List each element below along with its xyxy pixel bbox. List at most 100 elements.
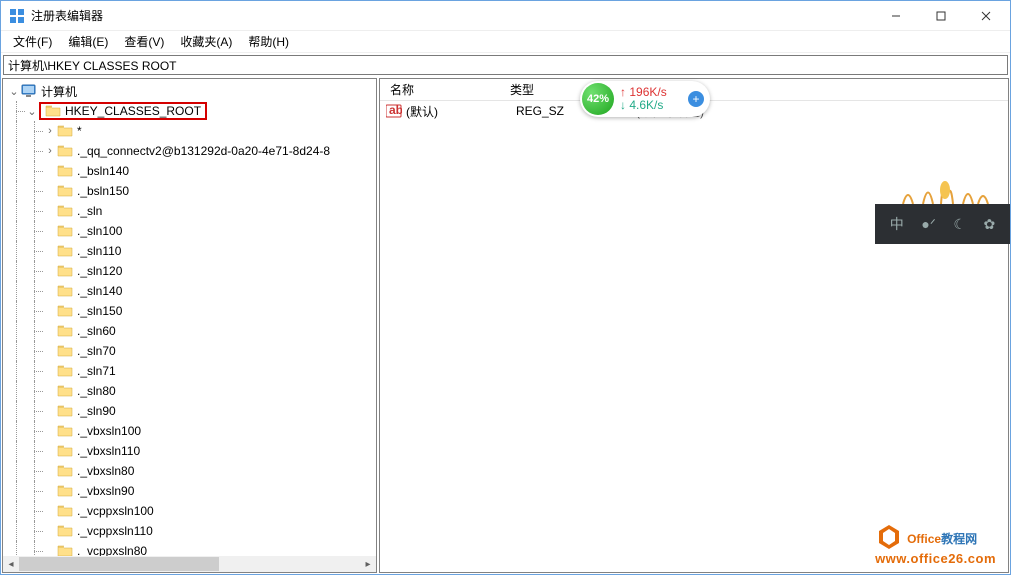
folder-icon bbox=[57, 304, 73, 318]
expand-icon[interactable]: › bbox=[43, 145, 57, 157]
folder-icon bbox=[45, 104, 61, 118]
list-pane: 名称 类型 ab (默认) REG_SZ (数值未设置) 42% ↑ 196K/… bbox=[379, 78, 1009, 573]
folder-icon bbox=[57, 344, 73, 358]
tree-key[interactable]: ._vcppxsln80 bbox=[3, 541, 376, 556]
menu-help[interactable]: 帮助(H) bbox=[240, 31, 297, 52]
upload-speed: 196K/s bbox=[629, 85, 666, 99]
folder-icon bbox=[57, 464, 73, 478]
tree-key-label: ._sln60 bbox=[77, 324, 116, 338]
folder-icon bbox=[57, 404, 73, 418]
flame-icon bbox=[875, 176, 1010, 204]
watermark-brand2: 教程网 bbox=[941, 532, 977, 546]
tree-key[interactable]: ._sln80 bbox=[3, 381, 376, 401]
tree-key-label: ._sln120 bbox=[77, 264, 122, 278]
collapse-icon[interactable]: ⌄ bbox=[25, 105, 39, 118]
tree-root-label: 计算机 bbox=[41, 83, 77, 100]
folder-icon bbox=[57, 384, 73, 398]
collapse-icon[interactable]: ⌄ bbox=[7, 85, 21, 98]
plus-icon[interactable]: + bbox=[688, 91, 704, 107]
tree-key-label: ._vbxsln80 bbox=[77, 464, 134, 478]
menu-view[interactable]: 查看(V) bbox=[116, 31, 172, 52]
folder-icon bbox=[57, 364, 73, 378]
tree-key[interactable]: ›._qq_connectv2@b131292d-0a20-4e71-8d24-… bbox=[3, 141, 376, 161]
tree-key[interactable]: ._vbxsln110 bbox=[3, 441, 376, 461]
tree-key[interactable]: ._bsln140 bbox=[3, 161, 376, 181]
tree-key-label: ._sln150 bbox=[77, 304, 122, 318]
tree-key[interactable]: ._vcppxsln100 bbox=[3, 501, 376, 521]
svg-text:ab: ab bbox=[389, 104, 402, 117]
watermark: Office教程网 www.office26.com bbox=[875, 523, 996, 566]
tree-key[interactable]: ._bsln150 bbox=[3, 181, 376, 201]
address-bar[interactable]: 计算机\HKEY CLASSES ROOT bbox=[3, 55, 1008, 75]
horizontal-scrollbar[interactable]: ◂ ▸ bbox=[3, 556, 376, 572]
side-toolbar-widget[interactable]: 中 ●ᐟ ☾ ✿ bbox=[875, 176, 1010, 246]
title-bar: 注册表编辑器 bbox=[1, 1, 1010, 31]
close-button[interactable] bbox=[963, 2, 1008, 30]
tree-key[interactable]: ._vbxsln80 bbox=[3, 461, 376, 481]
tree-key-label: ._bsln150 bbox=[77, 184, 129, 198]
scroll-right-arrow[interactable]: ▸ bbox=[360, 556, 376, 572]
column-name[interactable]: 名称 bbox=[380, 81, 500, 98]
expand-icon[interactable]: › bbox=[43, 125, 57, 137]
folder-icon bbox=[57, 264, 73, 278]
speed-readout: ↑ 196K/s ↓ 4.6K/s bbox=[620, 86, 667, 112]
folder-icon bbox=[57, 144, 73, 158]
tree-key[interactable]: ._sln90 bbox=[3, 401, 376, 421]
tree-key[interactable]: ._vbxsln90 bbox=[3, 481, 376, 501]
folder-icon bbox=[57, 484, 73, 498]
watermark-url: www.office26.com bbox=[875, 551, 996, 566]
maximize-button[interactable] bbox=[918, 2, 963, 30]
tree-key[interactable]: ._sln60 bbox=[3, 321, 376, 341]
watermark-brand1: Office bbox=[907, 532, 941, 546]
tree-key[interactable]: ._vcppxsln110 bbox=[3, 521, 376, 541]
tree-key-label: ._sln80 bbox=[77, 384, 116, 398]
tree-key-selected[interactable]: ⌄HKEY_CLASSES_ROOT bbox=[3, 101, 376, 121]
ime-icon[interactable]: 中 bbox=[890, 214, 904, 234]
scroll-left-arrow[interactable]: ◂ bbox=[3, 556, 19, 572]
computer-icon bbox=[21, 84, 37, 98]
tree-scroll[interactable]: ⌄计算机⌄HKEY_CLASSES_ROOT›*›._qq_connectv2@… bbox=[3, 79, 376, 556]
punct-icon[interactable]: ●ᐟ bbox=[921, 216, 935, 233]
gear-icon[interactable]: ✿ bbox=[983, 216, 995, 233]
minimize-button[interactable] bbox=[873, 2, 918, 30]
main-area: ⌄计算机⌄HKEY_CLASSES_ROOT›*›._qq_connectv2@… bbox=[1, 77, 1010, 574]
network-speed-widget[interactable]: 42% ↑ 196K/s ↓ 4.6K/s + bbox=[580, 81, 710, 117]
tree-key-label: ._vcppxsln100 bbox=[77, 504, 154, 518]
watermark-logo-icon bbox=[875, 523, 903, 551]
folder-icon bbox=[57, 544, 73, 556]
scroll-track[interactable] bbox=[19, 556, 360, 572]
moon-icon[interactable]: ☾ bbox=[953, 216, 966, 233]
window-title: 注册表编辑器 bbox=[31, 7, 873, 24]
tree-key[interactable]: ›* bbox=[3, 121, 376, 141]
tree-key-label: * bbox=[77, 124, 82, 138]
tree-key[interactable]: ._sln120 bbox=[3, 261, 376, 281]
tree-key-label: ._sln bbox=[77, 204, 102, 218]
folder-icon bbox=[57, 224, 73, 238]
menu-file[interactable]: 文件(F) bbox=[5, 31, 60, 52]
tree-key[interactable]: ._sln bbox=[3, 201, 376, 221]
menu-favorites[interactable]: 收藏夹(A) bbox=[172, 31, 240, 52]
tree-key[interactable]: ._vbxsln100 bbox=[3, 421, 376, 441]
folder-icon bbox=[57, 164, 73, 178]
tree-key[interactable]: ._sln100 bbox=[3, 221, 376, 241]
tree-key-label: ._sln90 bbox=[77, 404, 116, 418]
tree-key-label: ._sln70 bbox=[77, 344, 116, 358]
tree-key[interactable]: ._sln110 bbox=[3, 241, 376, 261]
scroll-thumb[interactable] bbox=[19, 557, 219, 571]
tree-key-label: ._sln71 bbox=[77, 364, 116, 378]
tree-key-label: ._vbxsln90 bbox=[77, 484, 134, 498]
tree-key[interactable]: ._sln71 bbox=[3, 361, 376, 381]
tree-key[interactable]: ._sln150 bbox=[3, 301, 376, 321]
menu-edit[interactable]: 编辑(E) bbox=[60, 31, 116, 52]
folder-icon bbox=[57, 524, 73, 538]
tree-key[interactable]: ._sln70 bbox=[3, 341, 376, 361]
string-value-icon: ab bbox=[386, 104, 402, 118]
tree-key-label: ._bsln140 bbox=[77, 164, 129, 178]
tree-key-label: ._sln140 bbox=[77, 284, 122, 298]
tree-root[interactable]: ⌄ 计算机 bbox=[3, 81, 376, 101]
folder-icon bbox=[57, 204, 73, 218]
menu-bar: 文件(F) 编辑(E) 查看(V) 收藏夹(A) 帮助(H) bbox=[1, 31, 1010, 53]
tree-key[interactable]: ._sln140 bbox=[3, 281, 376, 301]
folder-icon bbox=[57, 424, 73, 438]
tree-key-label: ._sln100 bbox=[77, 224, 122, 238]
